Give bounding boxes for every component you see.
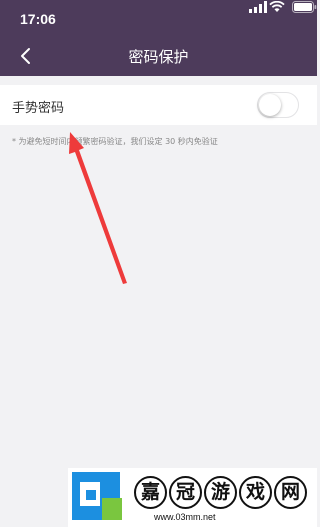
nav-bar: 密码保护 (0, 36, 317, 76)
watermark-title: 嘉 冠 游 戏 网 (134, 476, 310, 509)
battery-icon (292, 1, 317, 13)
watermark-char: 戏 (239, 476, 272, 509)
app-header: 17:06 密码保护 (0, 0, 317, 76)
site-logo-icon (72, 472, 122, 520)
watermark: 嘉 冠 游 戏 网 www.03mm.net (68, 468, 317, 527)
gesture-password-label: 手势密码 (12, 101, 65, 116)
gesture-password-row: 手势密码 (0, 85, 317, 125)
wifi-icon (269, 1, 285, 12)
watermark-char: 冠 (169, 476, 202, 509)
red-arrow-annotation (69, 132, 127, 284)
watermark-char: 嘉 (134, 476, 167, 509)
status-bar: 17:06 (0, 0, 317, 36)
status-time: 17:06 (20, 11, 56, 27)
watermark-char: 游 (204, 476, 237, 509)
watermark-char: 网 (274, 476, 307, 509)
watermark-url: www.03mm.net (154, 512, 216, 522)
page-title: 密码保护 (128, 48, 189, 66)
gesture-password-toggle[interactable] (257, 92, 299, 118)
toggle-knob (259, 94, 281, 116)
signal-icon (249, 1, 267, 13)
hint-text: * 为避免短时间内频繁密码验证，我们设定 30 秒内免验证 (12, 137, 218, 146)
